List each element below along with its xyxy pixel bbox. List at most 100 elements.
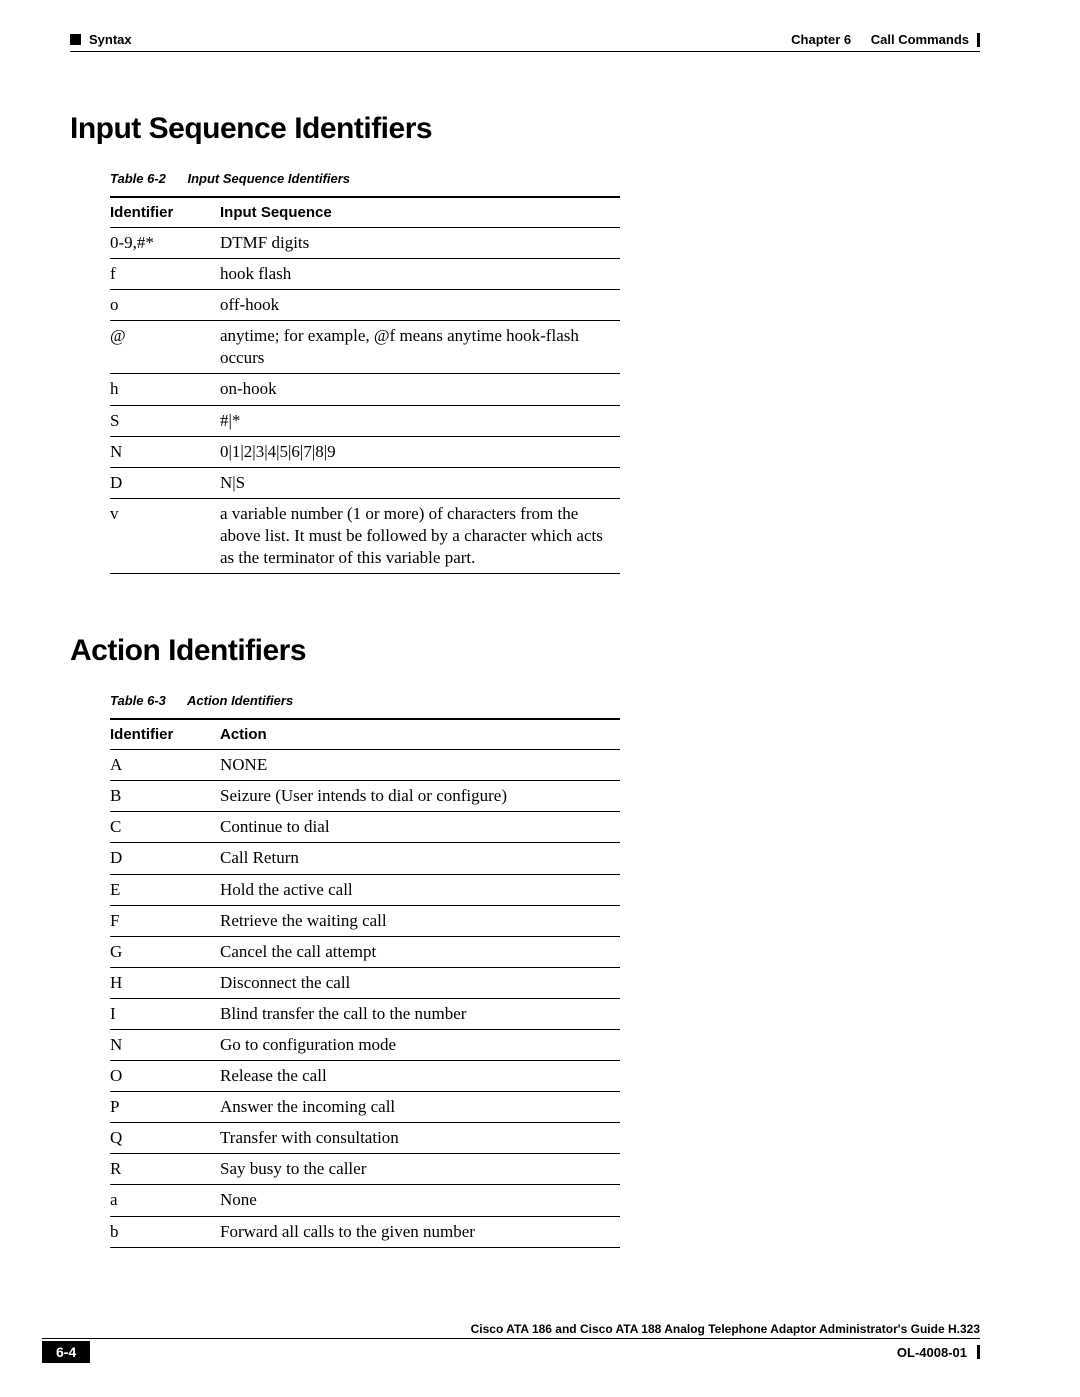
cell-value: Say busy to the caller (220, 1154, 620, 1185)
table-row: NGo to configuration mode (110, 1029, 620, 1060)
table-header-action: Action (220, 719, 620, 750)
footer-book-title: Cisco ATA 186 and Cisco ATA 188 Analog T… (42, 1322, 980, 1336)
table-row: QTransfer with consultation (110, 1123, 620, 1154)
header-rule (70, 51, 980, 52)
cell-identifier: S (110, 405, 220, 436)
cell-value: None (220, 1185, 620, 1216)
table-action-identifiers: Identifier Action ANONEBSeizure (User in… (110, 718, 620, 1248)
table-row: @anytime; for example, @f means anytime … (110, 321, 620, 374)
header-square-icon (70, 34, 81, 45)
cell-identifier: C (110, 812, 220, 843)
table-row: S#|* (110, 405, 620, 436)
cell-identifier: h (110, 374, 220, 405)
table-header-identifier: Identifier (110, 719, 220, 750)
page-header: Syntax Chapter 6 Call Commands (70, 32, 980, 49)
cell-value: #|* (220, 405, 620, 436)
page-number: 6-4 (42, 1341, 90, 1363)
cell-value: Hold the active call (220, 874, 620, 905)
cell-identifier: o (110, 290, 220, 321)
cell-identifier: b (110, 1216, 220, 1247)
footer-bar-icon (977, 1345, 980, 1359)
cell-identifier: v (110, 498, 220, 573)
cell-value: a variable number (1 or more) of charact… (220, 498, 620, 573)
table-row: 0-9,#*DTMF digits (110, 228, 620, 259)
table-header-identifier: Identifier (110, 197, 220, 228)
table-row: va variable number (1 or more) of charac… (110, 498, 620, 573)
cell-value: Retrieve the waiting call (220, 905, 620, 936)
table-row: fhook flash (110, 259, 620, 290)
cell-identifier: f (110, 259, 220, 290)
cell-value: hook flash (220, 259, 620, 290)
table-caption-6-2: Table 6-2 Input Sequence Identifiers (110, 171, 980, 186)
table-row: hon-hook (110, 374, 620, 405)
cell-value: DTMF digits (220, 228, 620, 259)
table-row: CContinue to dial (110, 812, 620, 843)
table-header-input-sequence: Input Sequence (220, 197, 620, 228)
table-row: ANONE (110, 750, 620, 781)
cell-identifier: Q (110, 1123, 220, 1154)
table-row: IBlind transfer the call to the number (110, 998, 620, 1029)
page-footer: Cisco ATA 186 and Cisco ATA 188 Analog T… (42, 1322, 980, 1363)
cell-identifier: F (110, 905, 220, 936)
table-row: EHold the active call (110, 874, 620, 905)
cell-value: 0|1|2|3|4|5|6|7|8|9 (220, 436, 620, 467)
cell-value: Release the call (220, 1061, 620, 1092)
table-caption-6-3: Table 6-3 Action Identifiers (110, 693, 980, 708)
table-row: DCall Return (110, 843, 620, 874)
header-bar-icon (977, 33, 980, 47)
footer-doc-id: OL-4008-01 (897, 1345, 967, 1360)
footer-rule (42, 1338, 980, 1339)
cell-identifier: 0-9,#* (110, 228, 220, 259)
cell-identifier: B (110, 781, 220, 812)
table-row: BSeizure (User intends to dial or config… (110, 781, 620, 812)
cell-value: Continue to dial (220, 812, 620, 843)
table-caption-label: Table 6-3 (110, 693, 166, 708)
cell-identifier: @ (110, 321, 220, 374)
table-row: aNone (110, 1185, 620, 1216)
cell-value: Cancel the call attempt (220, 936, 620, 967)
table-row: RSay busy to the caller (110, 1154, 620, 1185)
cell-identifier: a (110, 1185, 220, 1216)
cell-identifier: E (110, 874, 220, 905)
cell-value: Transfer with consultation (220, 1123, 620, 1154)
cell-value: NONE (220, 750, 620, 781)
cell-identifier: R (110, 1154, 220, 1185)
cell-value: off-hook (220, 290, 620, 321)
table-row: GCancel the call attempt (110, 936, 620, 967)
cell-identifier: I (110, 998, 220, 1029)
table-row: ooff-hook (110, 290, 620, 321)
section-title-action-identifiers: Action Identifiers (70, 634, 980, 668)
cell-identifier: P (110, 1092, 220, 1123)
table-row: bForward all calls to the given number (110, 1216, 620, 1247)
cell-value: Go to configuration mode (220, 1029, 620, 1060)
table-caption-title: Action Identifiers (187, 693, 293, 708)
table-row: FRetrieve the waiting call (110, 905, 620, 936)
cell-value: Forward all calls to the given number (220, 1216, 620, 1247)
cell-value: N|S (220, 467, 620, 498)
table-caption-title: Input Sequence Identifiers (188, 171, 351, 186)
cell-identifier: G (110, 936, 220, 967)
table-row: N0|1|2|3|4|5|6|7|8|9 (110, 436, 620, 467)
cell-value: Call Return (220, 843, 620, 874)
section-title-input-sequence: Input Sequence Identifiers (70, 112, 980, 146)
cell-identifier: N (110, 1029, 220, 1060)
table-row: PAnswer the incoming call (110, 1092, 620, 1123)
table-row: DN|S (110, 467, 620, 498)
cell-value: Blind transfer the call to the number (220, 998, 620, 1029)
header-chapter-title: Call Commands (871, 32, 969, 47)
cell-identifier: O (110, 1061, 220, 1092)
cell-identifier: D (110, 843, 220, 874)
table-caption-label: Table 6-2 (110, 171, 166, 186)
table-row: ORelease the call (110, 1061, 620, 1092)
table-input-sequence: Identifier Input Sequence 0-9,#*DTMF dig… (110, 196, 620, 574)
table-row: HDisconnect the call (110, 967, 620, 998)
cell-identifier: N (110, 436, 220, 467)
cell-value: Answer the incoming call (220, 1092, 620, 1123)
header-left-label: Syntax (89, 32, 132, 47)
cell-value: Disconnect the call (220, 967, 620, 998)
cell-value: Seizure (User intends to dial or configu… (220, 781, 620, 812)
cell-identifier: D (110, 467, 220, 498)
header-chapter-number: Chapter 6 (791, 32, 851, 47)
cell-identifier: H (110, 967, 220, 998)
cell-identifier: A (110, 750, 220, 781)
